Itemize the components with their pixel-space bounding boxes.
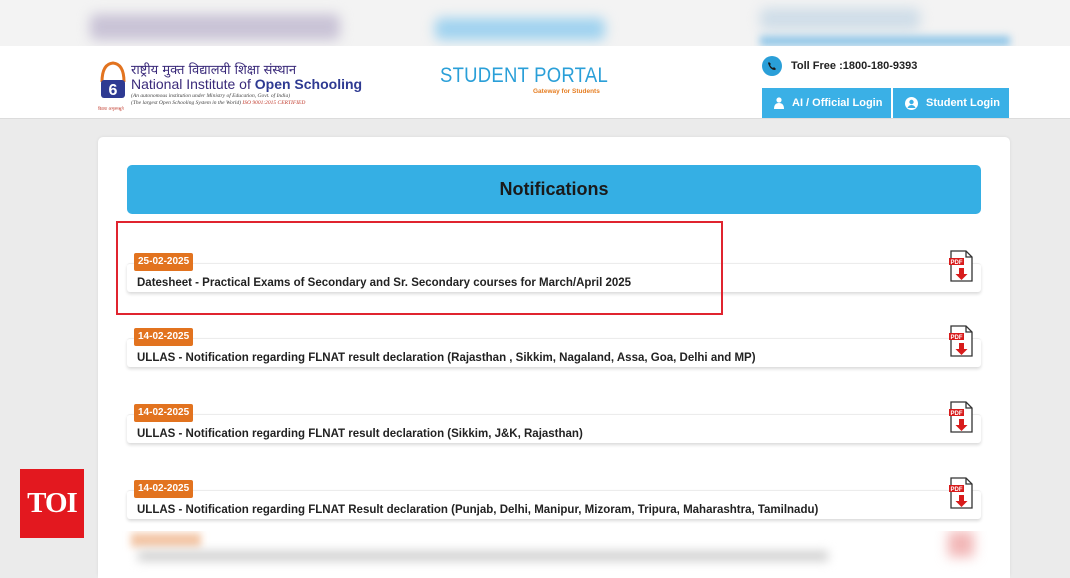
portal-subtitle: Gateway for Students — [533, 88, 600, 95]
pdf-download-icon[interactable]: PDF — [948, 401, 974, 433]
svg-text:6: 6 — [109, 82, 118, 99]
logo-english-text: National Institute of Open Schooling — [131, 76, 363, 92]
pdf-download-icon[interactable]: PDF — [948, 250, 974, 282]
logo-motto: विद्यया अमृतमश्नुते — [98, 106, 124, 111]
highlight-box — [116, 221, 723, 315]
official-login-button[interactable]: AI / Official Login — [762, 88, 891, 118]
svg-text:PDF: PDF — [951, 411, 963, 417]
date-badge: 14-02-2025 — [134, 404, 194, 422]
svg-text:PDF: PDF — [951, 335, 963, 341]
notification-item[interactable]: 14-02-2025 ULLAS - Notification regarding… — [127, 401, 981, 444]
notification-item[interactable]: 14-02-2025 ULLAS - Notification regarding… — [127, 477, 981, 520]
nios-logo[interactable]: 6 राष्ट्रीय मुक्त विद्यालयी शिक्षा संस्थ… — [98, 58, 362, 111]
blurred-top-strip — [0, 0, 1070, 46]
portal-title: STUDENT PORTAL — [440, 64, 608, 87]
faded-bottom-area — [98, 531, 1010, 578]
logo-subtitle: (An autonomous institution under Ministr… — [131, 93, 291, 99]
notification-link[interactable]: ULLAS - Notification regarding FLNAT res… — [137, 428, 583, 440]
notification-item[interactable]: 14-02-2025 ULLAS - Notification regarding… — [127, 325, 981, 368]
user-icon — [774, 97, 784, 109]
student-portal-brand: STUDENT PORTAL Gateway for Students — [440, 64, 620, 95]
notification-link[interactable]: ULLAS - Notification regarding FLNAT res… — [137, 352, 756, 364]
notification-link[interactable]: ULLAS - Notification regarding FLNAT Res… — [137, 504, 818, 516]
phone-icon — [762, 56, 782, 76]
notifications-heading: Notifications — [127, 165, 981, 214]
svg-text:PDF: PDF — [951, 487, 963, 493]
student-login-label: Student Login — [926, 97, 1000, 109]
svg-text:PDF: PDF — [951, 260, 963, 266]
nios-emblem-icon: 6 — [100, 61, 126, 99]
pdf-download-icon[interactable]: PDF — [948, 325, 974, 357]
official-login-label: AI / Official Login — [792, 97, 883, 109]
date-badge: 14-02-2025 — [134, 480, 194, 498]
toi-watermark-logo: TOI — [20, 469, 84, 538]
date-badge: 14-02-2025 — [134, 328, 194, 346]
student-login-button[interactable]: Student Login — [893, 88, 1009, 118]
toll-free-info: Toll Free :1800-180-9393 — [762, 56, 917, 76]
logo-subtitle-2: (The largest Open Schooling System in th… — [131, 100, 306, 106]
pdf-download-icon[interactable]: PDF — [948, 477, 974, 509]
toll-free-number: Toll Free :1800-180-9393 — [791, 60, 918, 72]
user-circle-icon — [905, 96, 918, 110]
